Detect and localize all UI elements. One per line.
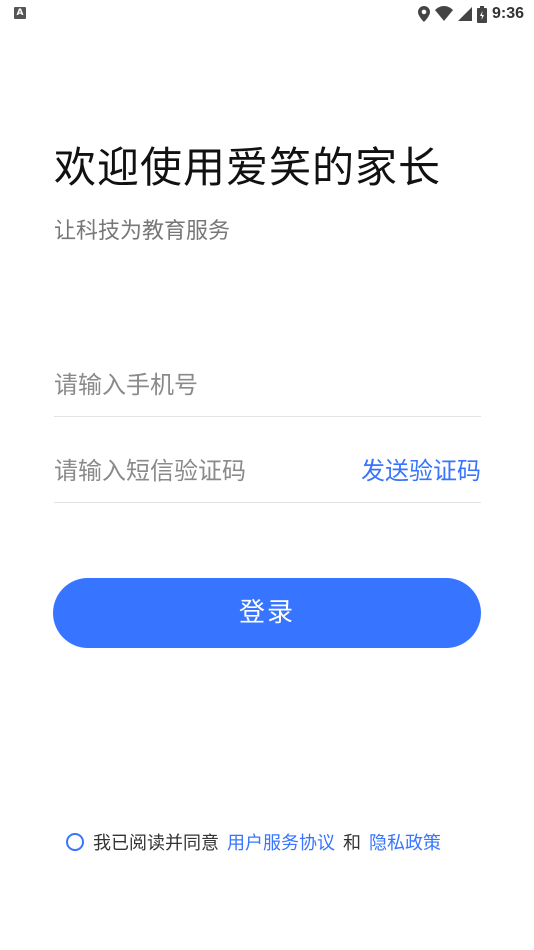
agreement-row: 我已阅读并同意 用户服务协议 和 隐私政策	[66, 828, 441, 856]
agreement-checkbox[interactable]	[66, 833, 84, 851]
notification-icon: A	[14, 7, 26, 19]
login-button[interactable]: 登录	[53, 578, 481, 648]
signal-icon	[457, 7, 472, 21]
page-subtitle: 让科技为教育服务	[54, 219, 231, 244]
phone-field-row	[54, 356, 481, 417]
agreement-prefix: 我已阅读并同意	[93, 833, 219, 854]
user-agreement-link[interactable]: 用户服务协议	[227, 829, 335, 855]
verification-code-input[interactable]	[54, 442, 324, 500]
privacy-policy-link[interactable]: 隐私政策	[369, 829, 441, 855]
status-icons: 9:36	[417, 3, 524, 25]
battery-icon	[476, 5, 487, 23]
code-field-row: 发送验证码	[54, 442, 481, 503]
status-time: 9:36	[491, 5, 524, 22]
phone-input[interactable]	[54, 356, 481, 414]
location-icon	[417, 6, 430, 22]
agreement-and: 和	[343, 833, 361, 854]
send-code-button[interactable]: 发送验证码	[361, 442, 481, 500]
page-title: 欢迎使用爱笑的家长	[54, 143, 442, 192]
status-bar: A 9:36	[0, 0, 534, 28]
wifi-icon	[434, 6, 453, 21]
